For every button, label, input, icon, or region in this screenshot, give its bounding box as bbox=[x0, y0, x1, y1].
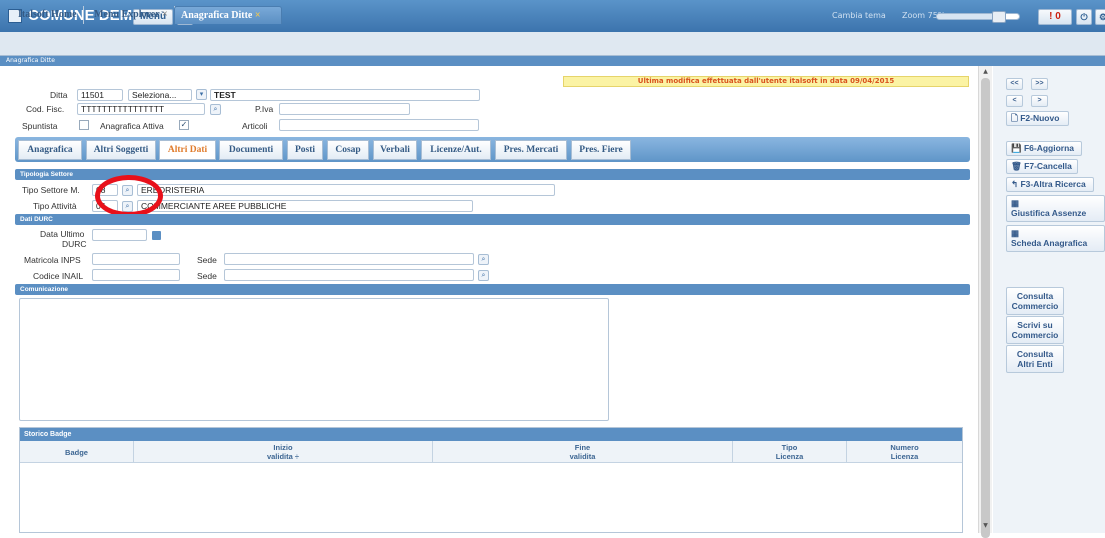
tipologia-section-header: Tipologia Settore bbox=[15, 169, 970, 180]
new-search-button[interactable]: ↰ F3-Altra Ricerca bbox=[1006, 177, 1094, 192]
codice-inail-label: Codice INAIL bbox=[33, 271, 84, 281]
tipo-attivita-desc-field[interactable]: COMMERCIANTE AREE PUBBLICHE bbox=[137, 200, 473, 212]
data-ultimo-durc-field[interactable] bbox=[92, 229, 147, 241]
notifications-button[interactable]: ! 0 bbox=[1038, 9, 1072, 25]
tab-verbali[interactable]: Verbali bbox=[373, 140, 417, 160]
articoli-label: Articoli bbox=[242, 121, 268, 131]
delete-button[interactable]: 🗑 F7-Cancella bbox=[1006, 159, 1078, 174]
scroll-down-icon[interactable]: ▼ bbox=[981, 522, 990, 530]
comunicazione-textarea[interactable] bbox=[19, 298, 609, 421]
zoom-slider[interactable] bbox=[936, 11, 1020, 23]
data-ultimo-durc-label: Data Ultimo bbox=[40, 229, 85, 239]
tab-menu-explorer[interactable]: Menu Explorer × bbox=[88, 6, 175, 24]
tab-pres-fiere[interactable]: Pres. Fiere bbox=[571, 140, 631, 160]
anagrafica-attiva-label: Anagrafica Attiva bbox=[100, 121, 164, 131]
tipo-settore-label: Tipo Settore M. bbox=[22, 185, 80, 195]
anagrafica-attiva-checkbox[interactable]: ✓ bbox=[179, 120, 189, 130]
tab-bar bbox=[0, 32, 1105, 56]
durc-section-header: Dati DURC bbox=[15, 214, 970, 225]
tab-pres-mercati[interactable]: Pres. Mercati bbox=[495, 140, 567, 160]
col-fine-validita[interactable]: Fine validita bbox=[433, 441, 733, 463]
grid-icon: ▦ bbox=[1011, 228, 1020, 238]
matricola-inps-label: Matricola INPS bbox=[24, 255, 81, 265]
options-icon[interactable]: ⚙ bbox=[1095, 9, 1105, 25]
page-header-strip bbox=[0, 56, 1105, 66]
cod-fisc-label: Cod. Fisc. bbox=[26, 104, 65, 114]
scrollbar-thumb[interactable] bbox=[981, 78, 990, 538]
storico-badge-title: Storico Badge bbox=[20, 428, 962, 441]
storico-badge-grid: Storico Badge Badge Inizio validita ÷ Fin… bbox=[19, 427, 963, 533]
calendar-icon[interactable] bbox=[152, 231, 161, 240]
piva-label: P.Iva bbox=[255, 104, 274, 114]
consulta-altri-enti-button[interactable]: Consulta Altri Enti bbox=[1006, 345, 1064, 373]
tab-label: Anagrafica Ditte bbox=[181, 10, 253, 21]
tab-anagrafica[interactable]: Anagrafica bbox=[18, 140, 82, 160]
comunicazione-section-header: Comunicazione bbox=[15, 284, 970, 295]
tab-anagrafica-ditte[interactable]: Anagrafica Ditte × bbox=[174, 6, 282, 24]
spuntista-checkbox[interactable] bbox=[79, 120, 89, 130]
spuntista-label: Spuntista bbox=[22, 121, 58, 131]
new-button[interactable]: 🗋 F2-Nuovo bbox=[1006, 111, 1069, 126]
sede-inail-field[interactable] bbox=[224, 269, 474, 281]
zoom-slider-fill bbox=[937, 14, 999, 19]
consulta-commercio-button[interactable]: Consulta Commercio bbox=[1006, 287, 1064, 315]
tab-posti[interactable]: Posti bbox=[287, 140, 323, 160]
last-record-button[interactable]: >> bbox=[1031, 78, 1048, 90]
close-icon[interactable]: × bbox=[255, 10, 261, 21]
tab-label: Menu Explorer bbox=[94, 9, 160, 20]
logout-icon[interactable]: ⏻ bbox=[1076, 9, 1092, 25]
seleziona-field[interactable]: Seleziona... bbox=[128, 89, 192, 101]
tab-documenti[interactable]: Documenti bbox=[219, 140, 283, 160]
tab-licenze[interactable]: Licenze/Aut. bbox=[421, 140, 491, 160]
zoom-slider-thumb[interactable] bbox=[992, 11, 1006, 23]
vertical-scrollbar[interactable]: ▲ ▼ bbox=[978, 66, 992, 538]
annotation-circle bbox=[95, 175, 163, 217]
codice-inail-field[interactable] bbox=[92, 269, 180, 281]
badge-table-header: Badge Inizio validita ÷ Fine validita Tipo… bbox=[20, 441, 962, 463]
scrivi-commercio-button[interactable]: Scrivi su Commercio bbox=[1006, 316, 1064, 344]
ditta-name-field[interactable]: TEST bbox=[210, 89, 480, 101]
search-icon[interactable]: ⌕ bbox=[210, 104, 221, 115]
close-icon[interactable]: × bbox=[162, 9, 168, 20]
tipo-attivita-label: Tipo Attività bbox=[33, 201, 77, 211]
ditta-code-field[interactable]: 11501 bbox=[77, 89, 123, 101]
sede-inail-label: Sede bbox=[197, 271, 217, 281]
scheda-anagrafica-button[interactable]: ▦ Scheda Anagrafica bbox=[1006, 225, 1105, 252]
tipo-settore-desc-field[interactable]: ERBORISTERIA bbox=[137, 184, 555, 196]
piva-field[interactable] bbox=[279, 103, 410, 115]
dropdown-arrow-icon[interactable]: ▾ bbox=[196, 89, 207, 100]
articoli-field[interactable] bbox=[279, 119, 479, 131]
tab-altri-soggetti[interactable]: Altri Soggetti bbox=[86, 140, 156, 160]
sede-inps-field[interactable] bbox=[224, 253, 474, 265]
prev-record-button[interactable]: < bbox=[1006, 95, 1023, 107]
col-inizio-validita[interactable]: Inizio validita ÷ bbox=[134, 441, 433, 463]
tab-cosap[interactable]: Cosap bbox=[327, 140, 369, 160]
first-record-button[interactable]: << bbox=[1006, 78, 1023, 90]
save-button[interactable]: 💾 F6-Aggiorna bbox=[1006, 141, 1082, 156]
data-ultimo-durc-label-2: DURC bbox=[62, 239, 87, 249]
cod-fisc-field[interactable]: TTTTTTTTTTTTTTTT bbox=[77, 103, 205, 115]
tab-altri-dati[interactable]: Altri Dati bbox=[159, 140, 216, 160]
sede-inps-label: Sede bbox=[197, 255, 217, 265]
col-tipo-licenza[interactable]: Tipo Licenza bbox=[733, 441, 847, 463]
giustifica-assenze-button[interactable]: ▦ Giustifica Assenze bbox=[1006, 195, 1105, 222]
page-title: Anagrafica Ditte bbox=[6, 57, 55, 64]
col-badge[interactable]: Badge bbox=[20, 441, 134, 463]
grid-icon: ▦ bbox=[1011, 198, 1020, 208]
search-icon[interactable]: ⌕ bbox=[478, 270, 489, 281]
theme-switch-link[interactable]: Cambia tema bbox=[832, 11, 886, 20]
scroll-up-icon[interactable]: ▲ bbox=[981, 68, 990, 76]
matricola-inps-field[interactable] bbox=[92, 253, 180, 265]
search-icon[interactable]: ⌕ bbox=[478, 254, 489, 265]
tab-italsoft-home[interactable]: Italsoft Home bbox=[12, 6, 84, 24]
col-numero-licenza[interactable]: Numero Licenza bbox=[847, 441, 962, 463]
last-modified-banner: Ultima modifica effettuata dall'utente i… bbox=[563, 76, 969, 87]
next-record-button[interactable]: > bbox=[1031, 95, 1048, 107]
ditta-label: Ditta bbox=[50, 90, 68, 100]
